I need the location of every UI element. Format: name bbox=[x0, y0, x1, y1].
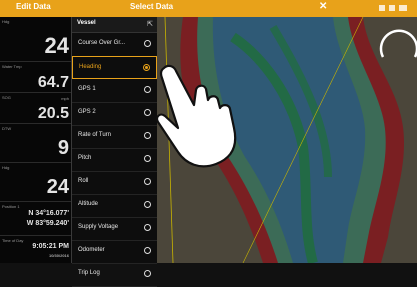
menu-item[interactable]: Rate of Turn bbox=[72, 125, 157, 149]
menu-item[interactable]: Heading bbox=[72, 56, 157, 79]
menu-item[interactable]: Supply Voltage bbox=[72, 217, 157, 241]
title-bar: Edit Data Select Data ✕ bbox=[0, 0, 417, 17]
menu-item[interactable]: Pitch bbox=[72, 148, 157, 172]
data-label: SOG bbox=[2, 95, 11, 100]
data-label: Time of Day bbox=[2, 238, 24, 243]
menu-item-label: Supply Voltage bbox=[78, 224, 119, 230]
radio-icon[interactable] bbox=[144, 270, 151, 277]
data-cell[interactable]: Hdg 24 bbox=[0, 163, 72, 202]
back-icon[interactable]: ⇱ bbox=[147, 20, 153, 28]
data-label: Position 1 bbox=[2, 204, 20, 209]
data-cell[interactable]: Water Tmp 64.7 bbox=[0, 62, 72, 93]
menu-item[interactable]: GPS 2 bbox=[72, 102, 157, 126]
menu-item[interactable]: Course Over Gr... bbox=[72, 33, 157, 57]
menu-item[interactable]: GPS 1 bbox=[72, 79, 157, 103]
menu-item-label: Trip Log bbox=[78, 270, 100, 276]
menu-title: Vessel bbox=[77, 20, 96, 26]
radio-icon[interactable] bbox=[144, 247, 151, 254]
select-data-title: Select Data bbox=[130, 2, 174, 11]
data-value: 10/30/2016 bbox=[48, 253, 69, 258]
data-value: 24 bbox=[44, 33, 69, 58]
data-label: Water Tmp bbox=[2, 64, 22, 69]
status-icons bbox=[379, 5, 407, 11]
menu-header: Vessel ⇱ bbox=[72, 17, 157, 33]
data-value: 24 bbox=[46, 176, 69, 198]
menu-item-label: Course Over Gr... bbox=[78, 40, 126, 46]
data-cell[interactable]: SOG mph 20.5 bbox=[0, 93, 72, 124]
menu-item[interactable]: Trip Log bbox=[72, 263, 157, 287]
menu-item-label: Rate of Turn bbox=[78, 132, 112, 138]
data-cell[interactable]: Time of Day 9:05:21 PM 10/30/2016 bbox=[0, 236, 72, 263]
menu-item-label: Heading bbox=[79, 64, 102, 70]
data-value: 64.7 bbox=[37, 74, 69, 91]
data-cell[interactable]: DTW 9 bbox=[0, 124, 72, 163]
menu-item-label: Odometer bbox=[78, 247, 105, 253]
data-value: 9 bbox=[57, 137, 69, 159]
data-value: N 34°16.077' bbox=[28, 210, 69, 217]
radio-icon[interactable] bbox=[143, 64, 150, 71]
menu-item-label: GPS 1 bbox=[78, 86, 96, 92]
radio-icon[interactable] bbox=[144, 178, 151, 185]
hand-pointer-icon bbox=[156, 64, 237, 168]
radio-icon[interactable] bbox=[144, 40, 151, 47]
menu-item-label: Pitch bbox=[78, 155, 92, 161]
data-label: DTW bbox=[2, 126, 12, 131]
menu-item[interactable]: Odometer bbox=[72, 240, 157, 264]
close-icon[interactable]: ✕ bbox=[319, 1, 327, 12]
menu-item-label: GPS 2 bbox=[78, 109, 96, 115]
data-cell[interactable]: Hdg 24 bbox=[0, 17, 72, 62]
menu-item-label: Roll bbox=[78, 178, 89, 184]
data-unit: mph bbox=[61, 96, 69, 101]
menu-item[interactable]: Altitude bbox=[72, 194, 157, 218]
data-value: 9:05:21 PM bbox=[32, 243, 69, 250]
radio-icon[interactable] bbox=[144, 201, 151, 208]
menu-item-label: Altitude bbox=[78, 201, 99, 207]
data-cell[interactable]: Position 1 N 34°16.077' W 83°59.240' bbox=[0, 202, 72, 236]
edit-data-title: Edit Data bbox=[16, 2, 51, 11]
menu-item[interactable]: Roll bbox=[72, 171, 157, 195]
data-label: Hdg bbox=[2, 19, 10, 24]
data-value: 20.5 bbox=[37, 105, 69, 122]
data-label: Hdg bbox=[2, 165, 10, 170]
data-value: W 83°59.240' bbox=[26, 220, 69, 227]
select-data-menu: Vessel ⇱ Course Over Gr... Heading GPS 1 GP… bbox=[71, 17, 157, 287]
data-overlay-panel: Hdg 24 Water Tmp 64.7 SOG mph 20.5 DTW 9… bbox=[0, 17, 72, 263]
radio-icon[interactable] bbox=[144, 224, 151, 231]
